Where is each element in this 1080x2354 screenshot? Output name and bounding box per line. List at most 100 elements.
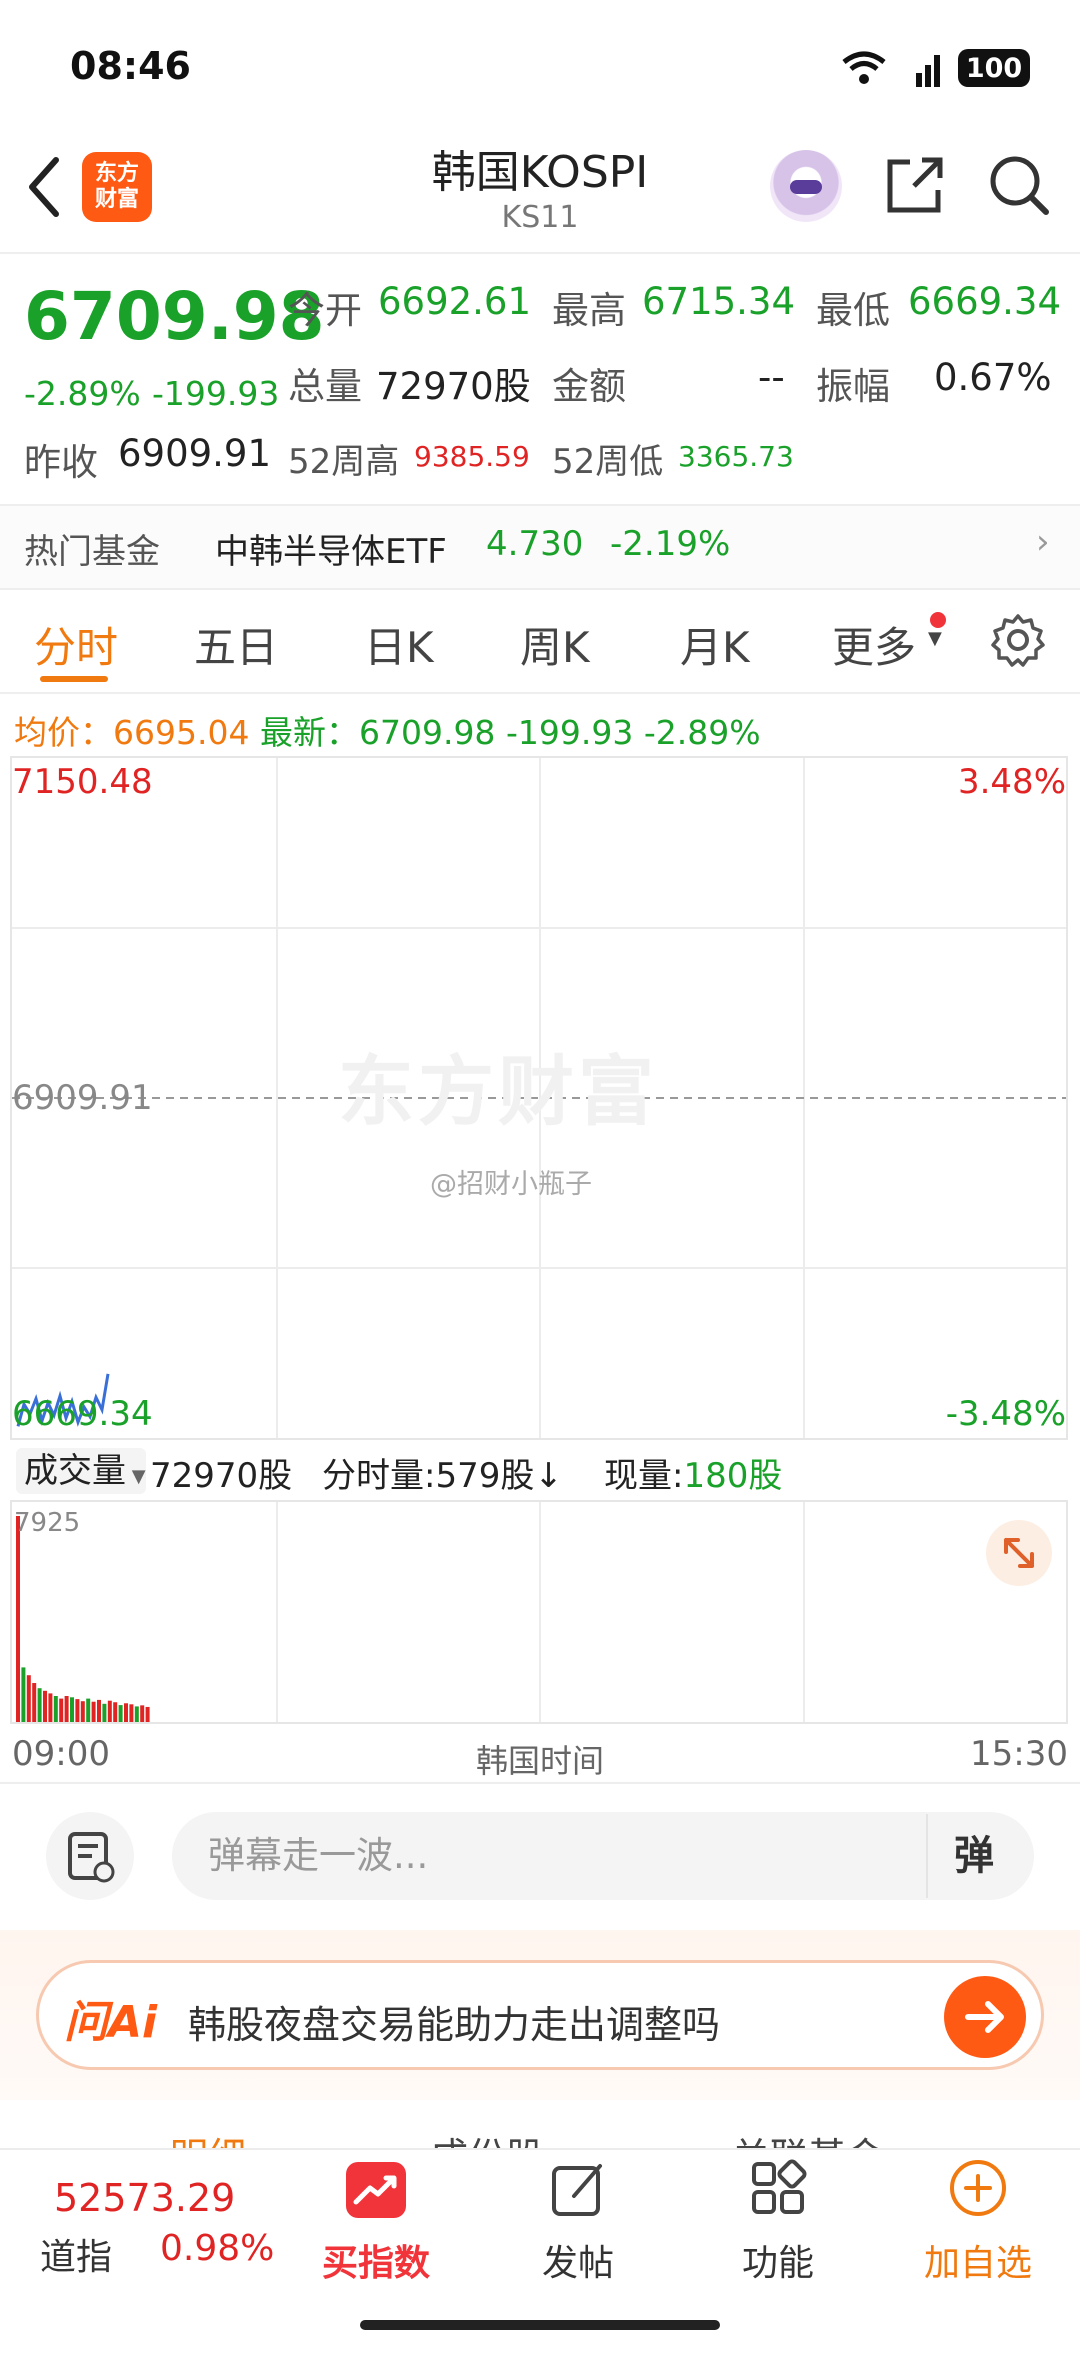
y-axis-top-label: 7150.48 [12, 762, 153, 802]
ai-question[interactable]: 韩股夜盘交易能助力走出调整吗 [188, 1994, 720, 2049]
volume-bar [75, 1699, 80, 1722]
nav-post[interactable]: 发帖 [508, 2234, 648, 2286]
battery-indicator: 100 [958, 49, 1030, 87]
hot-fund-name[interactable]: 中韩半导体ETF [215, 524, 447, 573]
wk52-low-value: 3365.73 [678, 440, 794, 473]
volume-bar [16, 1516, 20, 1722]
weibo-watermark: @招财小瓶子 [430, 1169, 592, 1200]
time-axis-end: 15:30 [970, 1734, 1068, 1774]
tab-daily-k[interactable]: 日K [364, 614, 434, 675]
search-icon[interactable] [984, 150, 1054, 220]
add-circle-icon[interactable] [948, 2158, 1008, 2218]
danmaku-input[interactable]: 弹幕走一波... [172, 1812, 1034, 1900]
hot-fund-label: 热门基金 [24, 532, 160, 572]
status-icons: 100 [842, 48, 1030, 88]
minute-volume: 分时量:579股↓ [322, 1456, 563, 1496]
change-percent: -2.89% [24, 374, 141, 413]
volume-label: 总量 [288, 365, 362, 408]
grid-apps-icon[interactable] [748, 2158, 808, 2218]
volume-bar [70, 1697, 74, 1722]
notification-dot [930, 612, 946, 628]
volume-selector[interactable]: 成交量 ▼ [16, 1448, 146, 1494]
pct-axis-bottom-label: -3.48% [945, 1394, 1066, 1434]
expand-icon[interactable] [986, 1520, 1052, 1586]
volume-max-label: 7925 [14, 1508, 81, 1538]
share-icon[interactable] [880, 150, 950, 220]
dji-name[interactable]: 道指 [40, 2228, 112, 2280]
hotfund-divider [0, 588, 1080, 590]
volume-bar [59, 1698, 64, 1722]
open-value: 6692.61 [378, 280, 532, 323]
volume-bar [145, 1706, 150, 1722]
open-label: 今开 [288, 289, 362, 332]
header-divider [0, 252, 1080, 254]
volume-bar [48, 1693, 53, 1722]
gear-icon[interactable] [990, 612, 1046, 668]
volume-bar [140, 1705, 145, 1722]
current-volume-value: 180股 [683, 1456, 783, 1496]
volume-bar [118, 1705, 123, 1722]
tab-details[interactable]: 明细 [170, 2126, 246, 2148]
nav-buy-index[interactable]: 买指数 [306, 2234, 446, 2286]
volume-bar [97, 1699, 101, 1722]
avg-label: 均价： [14, 713, 113, 752]
pct-axis-top-label: 3.48% [957, 762, 1066, 802]
low-label: 最低 [816, 289, 890, 332]
trend-chart-icon[interactable] [344, 2160, 408, 2220]
current-volume-label: 现量: [604, 1456, 684, 1496]
dji-pct[interactable]: 0.98% [160, 2228, 274, 2269]
volume-chart[interactable] [10, 1500, 1068, 1724]
change-amount: -199.93 [152, 374, 280, 413]
volume-value: 72970股 [376, 365, 531, 408]
volume-bar [43, 1690, 47, 1722]
tab-monthly-k[interactable]: 月K [680, 614, 750, 675]
volume-bar [102, 1703, 107, 1722]
amplitude-value: 0.67% [934, 356, 1052, 399]
volume-bar [129, 1704, 134, 1722]
volume-bar [134, 1706, 139, 1722]
volume-bar [64, 1696, 69, 1722]
tab-five-day[interactable]: 五日 [194, 614, 278, 675]
current-price: 6709.98 [24, 278, 325, 355]
status-time: 08:46 [70, 44, 191, 88]
home-indicator[interactable] [360, 2320, 720, 2330]
high-label: 最高 [552, 289, 626, 332]
tab-intraday[interactable]: 分时 [34, 614, 118, 675]
chevron-right-icon[interactable]: › [1036, 522, 1050, 562]
volume-bar [32, 1683, 37, 1722]
arrow-right-icon[interactable] [944, 1976, 1026, 2058]
latest-value: 6709.98 [358, 713, 496, 752]
latest-change: -199.93 [505, 713, 634, 752]
current-volume: 现量:180股 [604, 1448, 782, 1497]
compose-icon[interactable] [548, 2160, 608, 2220]
avg-value: 6695.04 [113, 713, 250, 752]
wk52-high-label: 52周高 [288, 442, 400, 482]
nav-function[interactable]: 功能 [708, 2234, 848, 2286]
dji-value[interactable]: 52573.29 [54, 2176, 235, 2220]
danmaku-toggle-button[interactable]: 弹 [926, 1814, 1032, 1898]
tab-more[interactable]: 更多 [832, 614, 916, 675]
hot-fund-pct: -2.19% [610, 524, 731, 564]
volume-bar [53, 1696, 58, 1722]
ai-assistant-avatar[interactable] [770, 150, 842, 222]
volume-bar [26, 1675, 31, 1722]
tab-weekly-k[interactable]: 周K [520, 614, 590, 675]
amplitude-label: 振幅 [816, 365, 890, 408]
bottom-section-tabs: 明细 成份股 关联基金 [0, 2100, 1080, 2148]
nav-add-watchlist[interactable]: 加自选 [908, 2234, 1048, 2286]
wk52-high-value: 9385.59 [414, 440, 530, 473]
danmaku-list-icon[interactable] [46, 1812, 134, 1900]
volume-bars [16, 1502, 805, 1722]
volume-bar [91, 1701, 96, 1722]
time-axis-label: 韩国时间 [475, 1742, 604, 1780]
wk52-low-label: 52周低 [552, 442, 664, 482]
volume-selector-label: 成交量 [24, 1451, 126, 1491]
volume-bar [80, 1701, 85, 1722]
tab-related-funds[interactable]: 关联基金 [732, 2126, 884, 2148]
high-value: 6715.34 [642, 280, 796, 323]
latest-label: 最新： [259, 713, 359, 752]
y-axis-mid-label: 6909.91 [12, 1078, 153, 1118]
volume-bar [21, 1667, 26, 1722]
tab-constituents[interactable]: 成份股 [430, 2126, 544, 2148]
active-tab-indicator [40, 676, 108, 682]
